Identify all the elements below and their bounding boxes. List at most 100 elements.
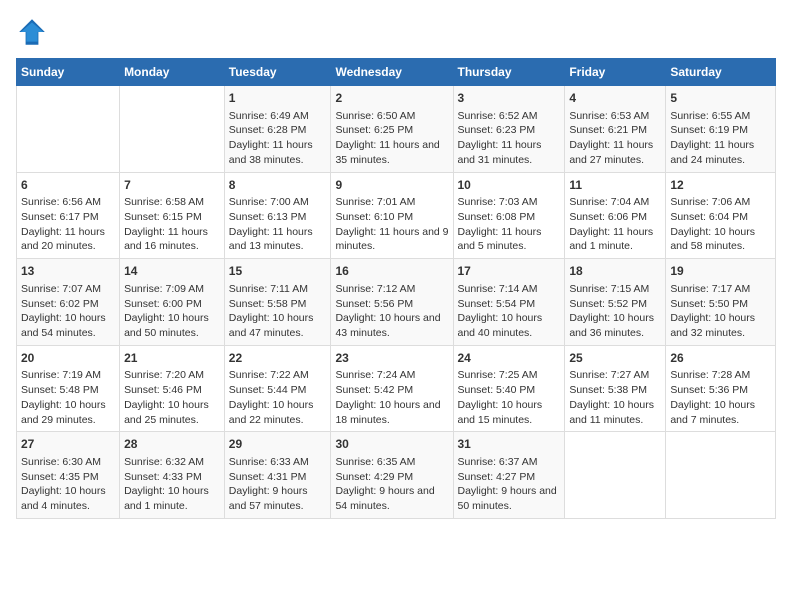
- calendar-cell: 10Sunrise: 7:03 AM Sunset: 6:08 PM Dayli…: [453, 172, 565, 259]
- day-number: 10: [458, 177, 561, 194]
- day-number: 31: [458, 436, 561, 453]
- calendar-cell: 11Sunrise: 7:04 AM Sunset: 6:06 PM Dayli…: [565, 172, 666, 259]
- calendar-cell: 24Sunrise: 7:25 AM Sunset: 5:40 PM Dayli…: [453, 345, 565, 432]
- page-header: [16, 16, 776, 48]
- header-day: Sunday: [17, 59, 120, 86]
- day-number: 30: [335, 436, 448, 453]
- day-number: 15: [229, 263, 327, 280]
- calendar-cell: 4 Sunrise: 6:53 AM Sunset: 6:21 PM Daylig…: [565, 86, 666, 173]
- calendar-cell: 27 Sunrise: 6:30 AM Sunset: 4:35 PM Dayli…: [17, 432, 120, 519]
- day-info: Sunrise: 6:30 AM Sunset: 4:35 PM Dayligh…: [21, 455, 115, 514]
- day-number: 3: [458, 90, 561, 107]
- day-number: 8: [229, 177, 327, 194]
- calendar-cell: 3 Sunrise: 6:52 AM Sunset: 6:23 PM Daylig…: [453, 86, 565, 173]
- calendar-cell: 16Sunrise: 7:12 AM Sunset: 5:56 PM Dayli…: [331, 259, 453, 346]
- calendar-cell: 26Sunrise: 7:28 AM Sunset: 5:36 PM Dayli…: [666, 345, 776, 432]
- day-number: 27: [21, 436, 115, 453]
- day-number: 22: [229, 350, 327, 367]
- day-info: Sunrise: 6:49 AM Sunset: 6:28 PM Dayligh…: [229, 109, 327, 168]
- calendar-table: SundayMondayTuesdayWednesdayThursdayFrid…: [16, 58, 776, 519]
- calendar-cell: 13 Sunrise: 7:07 AM Sunset: 6:02 PM Dayli…: [17, 259, 120, 346]
- calendar-cell: 28 Sunrise: 6:32 AM Sunset: 4:33 PM Dayli…: [120, 432, 225, 519]
- day-number: 13: [21, 263, 115, 280]
- day-info: Sunrise: 6:35 AM Sunset: 4:29 PM Dayligh…: [335, 455, 448, 514]
- calendar-cell: 12Sunrise: 7:06 AM Sunset: 6:04 PM Dayli…: [666, 172, 776, 259]
- calendar-cell: 25Sunrise: 7:27 AM Sunset: 5:38 PM Dayli…: [565, 345, 666, 432]
- calendar-cell: 29 Sunrise: 6:33 AM Sunset: 4:31 PM Dayli…: [224, 432, 331, 519]
- header-day: Thursday: [453, 59, 565, 86]
- day-info: Sunrise: 6:33 AM Sunset: 4:31 PM Dayligh…: [229, 455, 327, 514]
- day-number: 19: [670, 263, 771, 280]
- calendar-cell: 21Sunrise: 7:20 AM Sunset: 5:46 PM Dayli…: [120, 345, 225, 432]
- day-info: Sunrise: 7:00 AM Sunset: 6:13 PM Dayligh…: [229, 195, 327, 254]
- day-info: Sunrise: 6:32 AM Sunset: 4:33 PM Dayligh…: [124, 455, 220, 514]
- day-number: 12: [670, 177, 771, 194]
- day-info: Sunrise: 6:55 AM Sunset: 6:19 PM Dayligh…: [670, 109, 771, 168]
- calendar-cell: 7Sunrise: 6:58 AM Sunset: 6:15 PM Daylig…: [120, 172, 225, 259]
- header-day: Wednesday: [331, 59, 453, 86]
- day-info: Sunrise: 7:11 AM Sunset: 5:58 PM Dayligh…: [229, 282, 327, 341]
- day-info: Sunrise: 7:17 AM Sunset: 5:50 PM Dayligh…: [670, 282, 771, 341]
- logo-icon: [16, 16, 48, 48]
- day-info: Sunrise: 6:50 AM Sunset: 6:25 PM Dayligh…: [335, 109, 448, 168]
- header-day: Saturday: [666, 59, 776, 86]
- day-number: 4: [569, 90, 661, 107]
- day-info: Sunrise: 7:14 AM Sunset: 5:54 PM Dayligh…: [458, 282, 561, 341]
- calendar-body: 1 Sunrise: 6:49 AM Sunset: 6:28 PM Daylig…: [17, 86, 776, 519]
- day-info: Sunrise: 7:27 AM Sunset: 5:38 PM Dayligh…: [569, 368, 661, 427]
- day-info: Sunrise: 6:53 AM Sunset: 6:21 PM Dayligh…: [569, 109, 661, 168]
- day-info: Sunrise: 7:12 AM Sunset: 5:56 PM Dayligh…: [335, 282, 448, 341]
- day-number: 18: [569, 263, 661, 280]
- calendar-cell: 18 Sunrise: 7:15 AM Sunset: 5:52 PM Dayli…: [565, 259, 666, 346]
- header-day: Friday: [565, 59, 666, 86]
- calendar-cell: 1 Sunrise: 6:49 AM Sunset: 6:28 PM Daylig…: [224, 86, 331, 173]
- day-info: Sunrise: 7:09 AM Sunset: 6:00 PM Dayligh…: [124, 282, 220, 341]
- day-info: Sunrise: 7:28 AM Sunset: 5:36 PM Dayligh…: [670, 368, 771, 427]
- day-number: 7: [124, 177, 220, 194]
- calendar-cell: 5 Sunrise: 6:55 AM Sunset: 6:19 PM Daylig…: [666, 86, 776, 173]
- header-day: Tuesday: [224, 59, 331, 86]
- calendar-week-row: 13 Sunrise: 7:07 AM Sunset: 6:02 PM Dayli…: [17, 259, 776, 346]
- calendar-header: SundayMondayTuesdayWednesdayThursdayFrid…: [17, 59, 776, 86]
- calendar-cell: 20Sunrise: 7:19 AM Sunset: 5:48 PM Dayli…: [17, 345, 120, 432]
- calendar-week-row: 27 Sunrise: 6:30 AM Sunset: 4:35 PM Dayli…: [17, 432, 776, 519]
- calendar-week-row: 20Sunrise: 7:19 AM Sunset: 5:48 PM Dayli…: [17, 345, 776, 432]
- calendar-cell: [120, 86, 225, 173]
- day-info: Sunrise: 7:01 AM Sunset: 6:10 PM Dayligh…: [335, 195, 448, 254]
- day-number: 9: [335, 177, 448, 194]
- calendar-cell: 17Sunrise: 7:14 AM Sunset: 5:54 PM Dayli…: [453, 259, 565, 346]
- day-number: 26: [670, 350, 771, 367]
- calendar-cell: 15 Sunrise: 7:11 AM Sunset: 5:58 PM Dayli…: [224, 259, 331, 346]
- day-info: Sunrise: 6:56 AM Sunset: 6:17 PM Dayligh…: [21, 195, 115, 254]
- day-info: Sunrise: 7:15 AM Sunset: 5:52 PM Dayligh…: [569, 282, 661, 341]
- header-day: Monday: [120, 59, 225, 86]
- day-number: 20: [21, 350, 115, 367]
- day-number: 1: [229, 90, 327, 107]
- day-number: 23: [335, 350, 448, 367]
- day-info: Sunrise: 7:06 AM Sunset: 6:04 PM Dayligh…: [670, 195, 771, 254]
- header-row: SundayMondayTuesdayWednesdayThursdayFrid…: [17, 59, 776, 86]
- calendar-week-row: 1 Sunrise: 6:49 AM Sunset: 6:28 PM Daylig…: [17, 86, 776, 173]
- calendar-cell: [565, 432, 666, 519]
- day-info: Sunrise: 6:37 AM Sunset: 4:27 PM Dayligh…: [458, 455, 561, 514]
- day-info: Sunrise: 7:07 AM Sunset: 6:02 PM Dayligh…: [21, 282, 115, 341]
- day-info: Sunrise: 7:04 AM Sunset: 6:06 PM Dayligh…: [569, 195, 661, 254]
- calendar-cell: 23Sunrise: 7:24 AM Sunset: 5:42 PM Dayli…: [331, 345, 453, 432]
- day-info: Sunrise: 7:19 AM Sunset: 5:48 PM Dayligh…: [21, 368, 115, 427]
- day-number: 6: [21, 177, 115, 194]
- calendar-week-row: 6Sunrise: 6:56 AM Sunset: 6:17 PM Daylig…: [17, 172, 776, 259]
- calendar-cell: 22Sunrise: 7:22 AM Sunset: 5:44 PM Dayli…: [224, 345, 331, 432]
- calendar-cell: 8Sunrise: 7:00 AM Sunset: 6:13 PM Daylig…: [224, 172, 331, 259]
- day-number: 5: [670, 90, 771, 107]
- calendar-cell: 6Sunrise: 6:56 AM Sunset: 6:17 PM Daylig…: [17, 172, 120, 259]
- calendar-cell: 19 Sunrise: 7:17 AM Sunset: 5:50 PM Dayli…: [666, 259, 776, 346]
- calendar-cell: 2Sunrise: 6:50 AM Sunset: 6:25 PM Daylig…: [331, 86, 453, 173]
- calendar-cell: 31 Sunrise: 6:37 AM Sunset: 4:27 PM Dayli…: [453, 432, 565, 519]
- day-number: 21: [124, 350, 220, 367]
- day-info: Sunrise: 6:52 AM Sunset: 6:23 PM Dayligh…: [458, 109, 561, 168]
- day-number: 25: [569, 350, 661, 367]
- day-number: 28: [124, 436, 220, 453]
- day-number: 14: [124, 263, 220, 280]
- day-number: 24: [458, 350, 561, 367]
- day-number: 29: [229, 436, 327, 453]
